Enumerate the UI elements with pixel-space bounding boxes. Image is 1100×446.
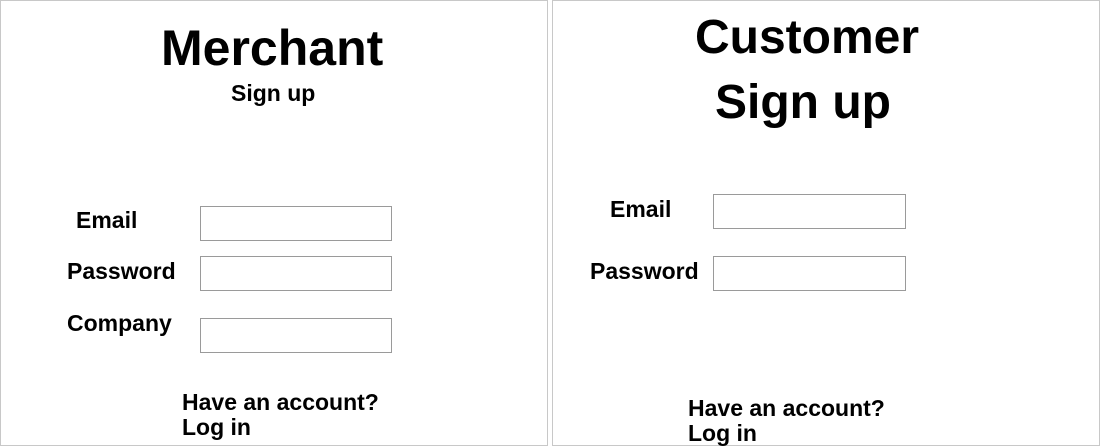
customer-title: Customer (695, 11, 920, 64)
merchant-login-link[interactable]: Log in (182, 415, 379, 440)
customer-email-label: Email (610, 196, 672, 222)
customer-password-label: Password (590, 258, 699, 284)
customer-login-link[interactable]: Log in (688, 421, 885, 446)
customer-signup-panel: Customer Sign up Email Password Have an … (552, 0, 1100, 446)
merchant-signup-panel: Merchant Sign up Email Password Company … (0, 0, 548, 446)
merchant-login-prompt: Have an account? Log in (182, 390, 379, 440)
customer-login-prompt: Have an account? Log in (688, 396, 885, 446)
merchant-have-account-text: Have an account? (182, 389, 379, 415)
merchant-company-input[interactable] (200, 318, 392, 353)
customer-email-input[interactable] (713, 194, 906, 229)
merchant-password-input[interactable] (200, 256, 392, 291)
customer-password-input[interactable] (713, 256, 906, 291)
merchant-title: Merchant (161, 20, 384, 76)
merchant-email-input[interactable] (200, 206, 392, 241)
merchant-subtitle: Sign up (231, 80, 316, 106)
customer-subtitle: Sign up (715, 76, 891, 129)
merchant-password-label: Password (67, 258, 176, 284)
merchant-company-label: Company (67, 310, 172, 336)
customer-have-account-text: Have an account? (688, 395, 885, 421)
merchant-email-label: Email (76, 207, 138, 233)
